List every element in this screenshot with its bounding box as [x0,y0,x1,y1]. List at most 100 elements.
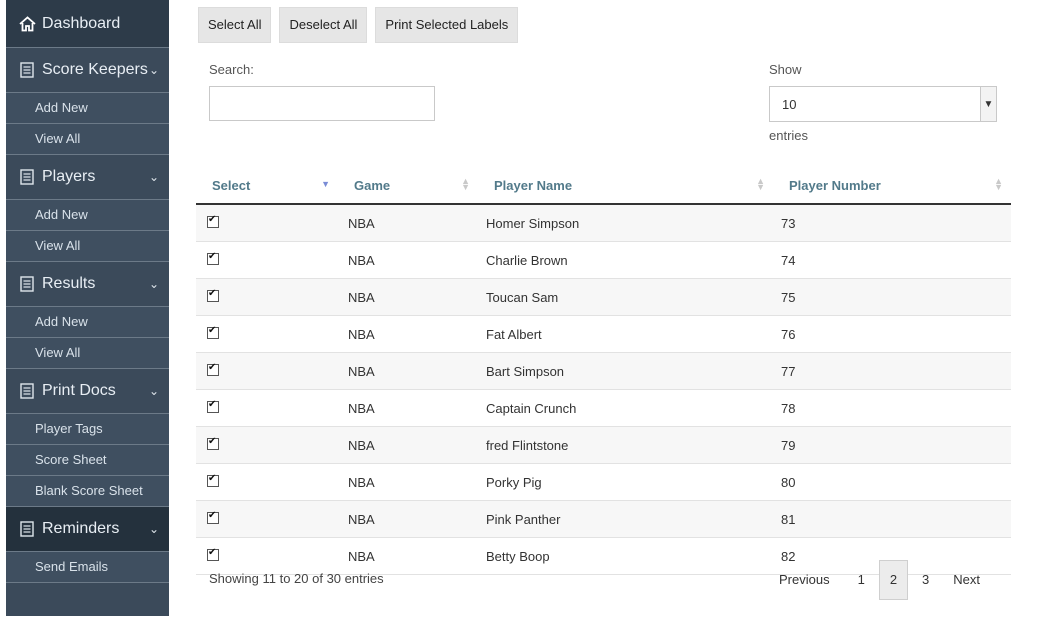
document-icon [14,62,40,78]
player-number-cell: 74 [773,241,1011,279]
select-cell [196,315,338,353]
previous-page-button[interactable]: Previous [769,561,840,599]
chevron-down-icon: ⌄ [148,170,159,184]
sidebar-item-label: Dashboard [42,14,121,32]
player-number-cell: 75 [773,278,1011,316]
game-cell: NBA [338,500,478,538]
player-name-cell: Bart Simpson [478,352,773,390]
game-cell: NBA [338,352,478,390]
sort-desc-icon: ▼ [321,179,330,189]
player-number-cell: 73 [773,204,1011,242]
print-selected-labels-button[interactable]: Print Selected Labels [375,7,519,43]
sidebar-section-label: Print Docs [42,382,116,399]
sidebar-section-label: Score Keepers [42,61,148,78]
row-checkbox[interactable] [207,547,219,561]
game-cell: NBA [338,204,478,242]
sidebar-section-reminders[interactable]: Reminders ⌄ [6,507,169,552]
select-cell [196,352,338,390]
select-cell [196,389,338,427]
show-label: Show [769,62,802,77]
player-name-cell: Toucan Sam [478,278,773,316]
sidebar-item-add-new[interactable]: Add New [6,307,169,338]
sidebar-item-view-all[interactable]: View All [6,231,169,262]
entries-per-page-select[interactable]: 10 ▼ [769,86,997,122]
row-checkbox[interactable] [207,473,219,487]
row-checkbox[interactable] [207,214,219,228]
sidebar-item-view-all[interactable]: View All [6,124,169,155]
sidebar-item-dashboard[interactable]: Dashboard [6,0,169,48]
row-checkbox[interactable] [207,399,219,413]
deselect-all-button[interactable]: Deselect All [279,7,368,43]
sidebar: Dashboard Score Keepers ⌄ Add New View All P… [6,0,169,616]
select-cell [196,241,338,279]
chevron-down-icon: ▼ [980,87,996,121]
column-header-player-name[interactable]: Player Name ▲ ▼ [478,167,773,205]
page-1-button[interactable]: 1 [848,561,875,599]
sidebar-item-view-all[interactable]: View All [6,338,169,369]
page-3-button[interactable]: 3 [912,561,939,599]
table-header-row: Select ▼ Game ▲ ▼ Player Name ▲ ▼ Player Numb… [196,167,1011,205]
column-header-game[interactable]: Game ▲ ▼ [338,167,478,205]
player-number-cell: 78 [773,389,1011,427]
sidebar-item-add-new[interactable]: Add New [6,93,169,124]
chevron-down-icon: ⌄ [148,277,159,291]
sidebar-item-blank-score-sheet[interactable]: Blank Score Sheet [6,476,169,507]
table-row: NBACharlie Brown74 [196,241,1011,279]
sidebar-item-score-sheet[interactable]: Score Sheet [6,445,169,476]
table-info: Showing 11 to 20 of 30 entries [209,571,384,586]
entries-label: entries [769,128,809,143]
sidebar-section-label: Results [42,275,96,292]
row-checkbox[interactable] [207,251,219,265]
document-icon [14,383,40,399]
player-name-cell: Betty Boop [478,537,773,575]
player-number-cell: 76 [773,315,1011,353]
game-cell: NBA [338,426,478,464]
player-number-cell: 79 [773,426,1011,464]
sort-icon: ▲ ▼ [756,176,765,192]
chevron-down-icon: ⌄ [148,63,159,77]
row-checkbox[interactable] [207,510,219,524]
game-cell: NBA [338,537,478,575]
sidebar-section-players[interactable]: Players ⌄ [6,155,169,200]
sidebar-section-score-keepers[interactable]: Score Keepers ⌄ [6,48,169,93]
player-name-cell: Captain Crunch [478,389,773,427]
toolbar: Select All Deselect All Print Selected L… [198,7,519,43]
sidebar-item-add-new[interactable]: Add New [6,200,169,231]
player-name-cell: Charlie Brown [478,241,773,279]
sidebar-section-print-docs[interactable]: Print Docs ⌄ [6,369,169,414]
sidebar-section-results[interactable]: Results ⌄ [6,262,169,307]
row-checkbox[interactable] [207,288,219,302]
player-number-cell: 77 [773,352,1011,390]
select-cell [196,537,338,575]
next-page-button[interactable]: Next [943,561,990,599]
player-name-cell: Porky Pig [478,463,773,501]
table-row: NBAfred Flintstone79 [196,426,1011,464]
game-cell: NBA [338,241,478,279]
player-name-cell: Homer Simpson [478,204,773,242]
row-checkbox[interactable] [207,325,219,339]
row-checkbox[interactable] [207,362,219,376]
column-header-player-number[interactable]: Player Number ▲ ▼ [773,167,1011,205]
select-cell [196,426,338,464]
search-input[interactable] [209,86,435,121]
game-cell: NBA [338,315,478,353]
column-header-select[interactable]: Select ▼ [196,167,338,205]
select-all-button[interactable]: Select All [198,7,272,43]
row-checkbox[interactable] [207,436,219,450]
player-name-cell: Pink Panther [478,500,773,538]
game-cell: NBA [338,463,478,501]
players-table: Select ▼ Game ▲ ▼ Player Name ▲ ▼ Player Numb… [196,167,1011,575]
sort-icon: ▲ ▼ [994,176,1003,192]
sidebar-item-player-tags[interactable]: Player Tags [6,414,169,445]
sidebar-item-send-emails[interactable]: Send Emails [6,552,169,583]
document-icon [14,276,40,292]
document-icon [14,521,40,537]
player-name-cell: Fat Albert [478,315,773,353]
game-cell: NBA [338,278,478,316]
sidebar-section-label: Players [42,168,96,185]
home-icon [14,15,40,32]
page-2-button[interactable]: 2 [878,560,909,600]
select-cell [196,278,338,316]
document-icon [14,169,40,185]
table-row: NBAToucan Sam75 [196,278,1011,316]
